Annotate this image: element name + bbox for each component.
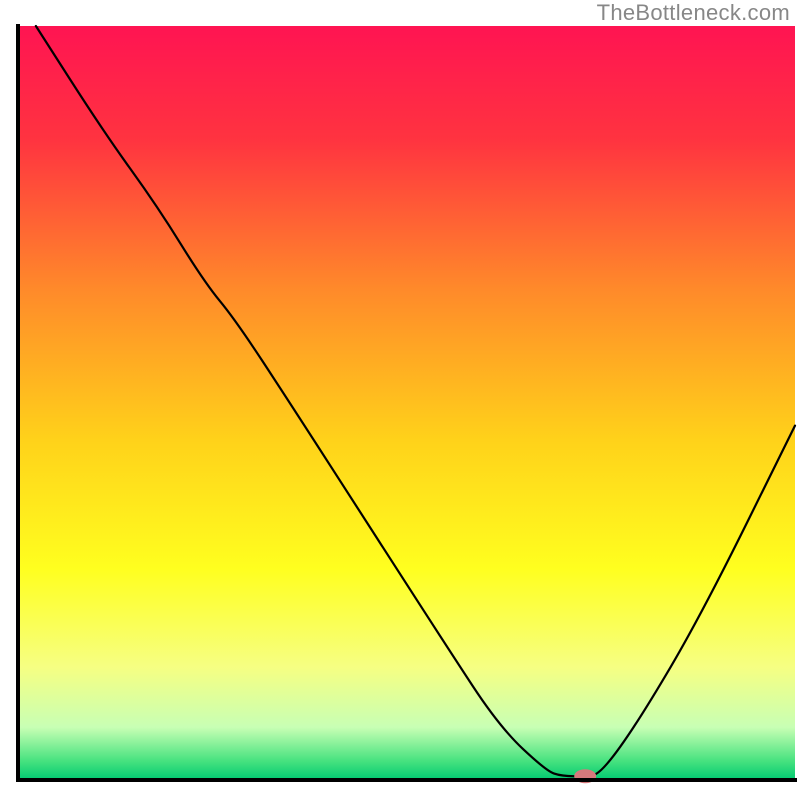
bottleneck-chart — [0, 0, 800, 800]
chart-container: TheBottleneck.com — [0, 0, 800, 800]
plot-background — [18, 26, 795, 780]
